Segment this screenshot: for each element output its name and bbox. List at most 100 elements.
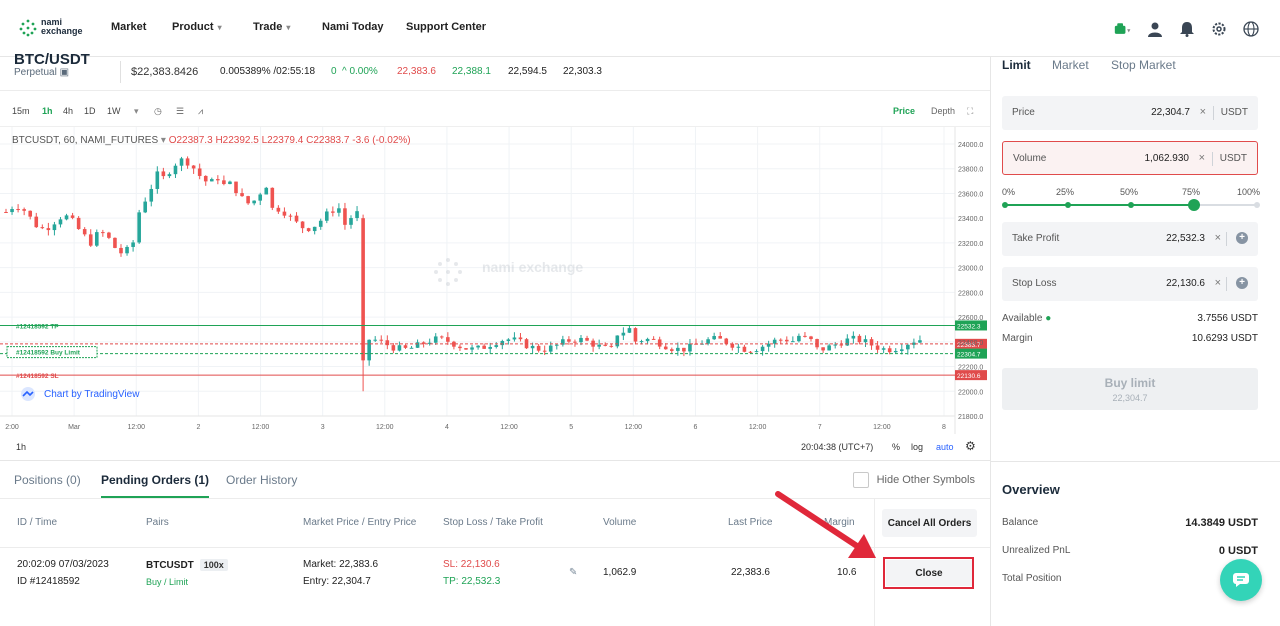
gear-icon[interactable]: ⚙ [965,439,976,453]
chat-button[interactable] [1220,559,1262,601]
slider-handle[interactable] [1188,199,1200,211]
chevron-down-icon: ▾ [217,23,222,32]
candle [633,328,638,342]
clear-icon[interactable]: × [1200,106,1206,118]
add-icon[interactable]: + [1236,277,1248,289]
order-last-price: 22,383.6 [731,567,770,578]
candle [131,242,135,247]
legend-low: L22379.4 [261,135,304,146]
interval-4h[interactable]: 4h [63,106,73,116]
candle [621,332,626,336]
y-tick-label: 23200.0 [958,241,983,248]
add-icon[interactable]: + [1236,232,1248,244]
candle [579,337,583,343]
volume-input[interactable]: 1,062.930 [1145,153,1190,164]
candle [373,339,378,341]
indicator-icon[interactable]: ⩘ [198,106,203,117]
hide-other-symbols[interactable]: Hide Other Symbols [852,472,975,488]
candle [22,209,26,211]
nav-product[interactable]: Product ▾ [172,21,222,33]
candle [137,212,141,243]
candle [222,180,226,185]
fullscreen-icon[interactable]: ⛶ [967,106,973,117]
y-tick-label: 22600.0 [958,315,983,322]
clear-icon[interactable]: × [1215,232,1221,244]
candle [300,221,305,229]
tab-stop-market[interactable]: Stop Market [1111,58,1176,72]
ticker-value-1: 22,383.6 [397,66,436,77]
tab-price[interactable]: Price [893,106,915,116]
candle [906,344,910,350]
hide-other-checkbox[interactable] [852,472,869,488]
nav-support-center[interactable]: Support Center [406,21,486,33]
nav-nami-today[interactable]: Nami Today [322,21,384,33]
slider-tick[interactable] [1254,202,1260,208]
tab-positions[interactable]: Positions (0) [14,473,81,487]
candle [827,345,831,351]
interval-1w[interactable]: 1W [107,106,121,116]
candle [542,350,547,352]
candle [603,344,608,346]
slider-tick[interactable] [1128,202,1134,208]
ticker-value-2: 22,388.1 [452,66,491,77]
volume-field[interactable]: Volume 1,062.930 × USDT [1002,141,1258,175]
globe-icon[interactable] [1242,20,1260,38]
tab-depth[interactable]: Depth [931,106,955,116]
candle [573,341,577,343]
candle [409,347,414,349]
take-profit-field[interactable]: Take Profit 22,532.3 × + [1002,222,1258,256]
clear-icon[interactable]: × [1215,277,1221,289]
footer-interval[interactable]: 1h [16,442,26,452]
log-toggle[interactable]: log [911,442,923,452]
settings-icon[interactable]: ☰ [176,106,184,117]
y-tick-label: 22200.0 [958,365,983,372]
edit-icon[interactable]: ✎ [569,567,577,578]
tradingview-credit[interactable]: Chart by TradingView [18,387,139,401]
percent-toggle[interactable]: % [892,442,900,452]
gear-icon[interactable] [1210,20,1228,38]
divider [120,61,121,83]
tab-limit[interactable]: Limit [1002,58,1031,72]
slider-tick[interactable] [1002,202,1008,208]
stop-loss-field[interactable]: Stop Loss 22,130.6 × + [1002,267,1258,301]
nav-market[interactable]: Market [111,21,146,33]
candle [282,211,287,216]
candle [627,328,632,333]
candle [155,171,160,189]
nav-trade[interactable]: Trade ▾ [253,21,290,33]
symbol-name[interactable]: BTC/USDT [14,51,90,68]
candle-type-icon[interactable]: ◷ [154,106,162,117]
interval-1h[interactable]: 1h [42,106,53,116]
price-input[interactable]: 22,304.7 [1151,107,1190,118]
tab-market[interactable]: Market [1052,58,1089,72]
auto-toggle[interactable]: auto [936,442,954,452]
slider-tick[interactable] [1065,202,1071,208]
order-pair: BTCUSDT 100x [146,559,228,571]
clear-icon[interactable]: × [1199,152,1205,164]
nav-trade-label: Trade [253,21,283,33]
bell-icon[interactable] [1178,20,1196,38]
take-profit-input[interactable]: 22,532.3 [1166,233,1205,244]
stop-loss-input[interactable]: 22,130.6 [1166,278,1205,289]
cancel-all-orders-button[interactable]: Cancel All Orders [882,509,977,537]
leverage-badge: 100x [199,559,228,571]
volume-slider[interactable] [1002,199,1260,211]
user-icon[interactable] [1146,20,1164,38]
tab-pending-orders[interactable]: Pending Orders (1) [101,473,209,487]
chevron-down-icon[interactable]: ▾ [134,106,139,117]
price-chart[interactable]: nami exchange #12418592 TP 22532.3 22383.7… [0,127,990,434]
price-field[interactable]: Price 22,304.7 × USDT [1002,96,1258,130]
balance-row: Balance 14.3849 USDT [1002,517,1258,533]
add-funds-icon[interactable]: ● [1045,313,1051,324]
candle [778,339,783,341]
tab-order-history[interactable]: Order History [226,473,297,487]
candle [258,194,263,201]
nami-logo[interactable]: nami exchange [18,16,84,40]
wallet-icon[interactable]: ▾ [1114,20,1132,38]
interval-1d[interactable]: 1D [84,106,96,116]
buy-limit-button[interactable]: Buy limit 22,304.7 [1002,368,1258,410]
hide-other-label: Hide Other Symbols [876,474,975,486]
interval-15m[interactable]: 15m [12,106,30,116]
candlestick-chart[interactable]: nami exchange #12418592 TP 22532.322383.7… [0,127,990,434]
candle [161,171,166,177]
